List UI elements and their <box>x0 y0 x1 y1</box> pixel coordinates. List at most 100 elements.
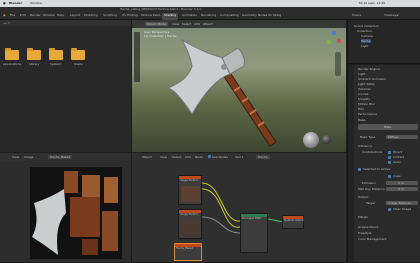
outliner-item[interactable]: Scene Collection <box>354 24 379 28</box>
prop-panel-header[interactable]: Bake <box>358 118 365 122</box>
influence-header[interactable]: Influence <box>358 144 372 148</box>
prop-panel-header[interactable]: Film <box>358 107 364 111</box>
viewport-toolbar[interactable] <box>134 32 140 82</box>
tab-layout[interactable]: Layout <box>68 13 82 20</box>
menu-window[interactable]: Window <box>43 13 55 17</box>
selected-to-active-checkbox[interactable] <box>358 168 361 171</box>
viewport-menu-add[interactable]: Add <box>194 22 200 26</box>
mac-menu-app[interactable]: Blender <box>9 1 22 5</box>
axis-z-icon[interactable] <box>332 31 336 35</box>
prop-panel-header[interactable]: Curves <box>358 92 368 96</box>
folder-icon[interactable] <box>5 48 19 60</box>
image-texture-node[interactable]: Image Texture <box>178 175 202 205</box>
outliner-item[interactable]: Hache <box>361 39 371 43</box>
extrusion-field[interactable]: 0 m <box>386 181 418 185</box>
image-selector[interactable]: Hache_Baked <box>48 155 73 159</box>
viewport-menu-object[interactable]: Object <box>203 22 213 26</box>
prop-panel-header[interactable]: Ambient Occlusion <box>358 77 386 81</box>
image-editor-panel[interactable]: View Image Hache_Baked <box>0 153 131 262</box>
selected-to-active-label[interactable]: Selected to Active <box>363 167 390 171</box>
color-checkbox[interactable] <box>388 161 391 164</box>
menu-file[interactable]: File <box>10 13 15 17</box>
material-output-node[interactable]: Material Output <box>282 215 304 229</box>
cage-checkbox[interactable] <box>388 175 391 178</box>
folder-icon[interactable] <box>27 48 41 60</box>
folder-icon[interactable] <box>71 48 85 60</box>
indirect-label: Indirect <box>393 155 405 159</box>
viewport-nav-buttons[interactable] <box>335 52 341 76</box>
image-menu-image[interactable]: Image <box>24 155 33 159</box>
clear-image-checkbox[interactable] <box>388 208 391 211</box>
image-texture-node[interactable]: Image Texture <box>178 209 202 239</box>
tab-animation[interactable]: Animation <box>180 13 199 20</box>
menu-edit[interactable]: Edit <box>20 13 26 17</box>
prop-panel-header[interactable]: Light Paths <box>358 82 375 86</box>
axis-x-icon[interactable] <box>337 39 341 43</box>
tab-sculpting[interactable]: Sculpting <box>101 13 119 20</box>
folder-label[interactable]: Users <box>74 62 82 66</box>
window-title: Hache_viking_0B000024 Texture.blend - Bl… <box>120 7 202 11</box>
principled-bsdf-node[interactable]: Principled BSDF <box>240 213 268 253</box>
3d-viewport[interactable]: Object Mode View Select Add Object User … <box>132 20 346 152</box>
bake-button[interactable]: Bake <box>358 124 418 130</box>
menu-help[interactable]: Help <box>57 13 64 17</box>
prop-panel-header[interactable]: Performance <box>358 112 377 116</box>
properties-panel: Render Engine Light Ambient Occlusion Li… <box>347 65 420 262</box>
prop-panel-header[interactable]: Simplify <box>358 97 370 101</box>
hdri-preview-sphere <box>322 135 331 144</box>
prop-panel-header[interactable]: Light <box>358 72 366 76</box>
view-layer-selector[interactable]: ViewLayer <box>384 13 399 17</box>
tab-uv-editing[interactable]: UV Editing <box>120 13 140 20</box>
apple-icon[interactable]: ● <box>3 1 6 5</box>
folder-label[interactable]: System <box>50 62 61 66</box>
outliner-item[interactable]: Collection <box>357 29 372 33</box>
prop-panel-header[interactable]: Render Engine <box>358 67 380 71</box>
blender-logo-icon[interactable]: ◉ <box>3 13 6 17</box>
direct-checkbox[interactable] <box>388 151 391 154</box>
tab-geometry-nodes[interactable]: Geometry Nodes <box>240 13 269 20</box>
prop-panel-header[interactable]: Color Management <box>358 237 387 241</box>
mac-menu-bar: ● Blender Window Mi 10 sept. 12:45 <box>0 0 420 7</box>
baked-texture[interactable] <box>30 167 122 259</box>
folder-label[interactable]: Applications <box>3 62 21 66</box>
max-ray-field[interactable]: 0 m <box>386 187 418 191</box>
tab-texture-paint[interactable]: Texture Paint <box>139 13 162 20</box>
folder-label[interactable]: Library <box>29 62 40 66</box>
node-title: Image Texture <box>180 179 198 182</box>
properties-tab-bar[interactable] <box>348 65 354 262</box>
node-title: Principled BSDF <box>242 217 262 220</box>
prop-panel-header[interactable]: Grease Pencil <box>358 225 378 229</box>
prop-panel-header[interactable]: Motion Blur <box>358 102 375 106</box>
viewport-menu-select[interactable]: Select <box>182 22 191 26</box>
indirect-checkbox[interactable] <box>388 156 391 159</box>
tab-compositing[interactable]: Compositing <box>218 13 241 20</box>
shader-node-editor[interactable]: Object View Select Add Node Use Nodes Sl… <box>132 153 346 262</box>
margin-header[interactable]: Margin <box>358 215 368 219</box>
outliner-item[interactable]: Light <box>361 44 369 48</box>
mac-menu-window[interactable]: Window <box>30 1 42 5</box>
bake-type-select[interactable]: Diffuse <box>386 135 418 139</box>
outliner-item[interactable]: Camera <box>361 34 373 38</box>
baked-image-node[interactable]: Hache_Baked <box>174 243 202 261</box>
nav-arrows-icon[interactable]: ◂ ▸ ⟳ <box>3 21 10 25</box>
prop-panel-header[interactable]: Volumes <box>358 87 371 91</box>
tab-shading[interactable]: Shading <box>162 13 179 20</box>
prop-panel-header[interactable]: Freestyle <box>358 231 372 235</box>
folder-icon[interactable] <box>49 48 63 60</box>
menu-render[interactable]: Render <box>30 13 41 17</box>
scene-selector[interactable]: Scene <box>352 13 361 17</box>
mac-clock: Mi 10 sept. 12:45 <box>359 1 386 5</box>
axe-model[interactable] <box>162 36 302 152</box>
node-image-preview <box>181 186 200 202</box>
viewport-menu-view[interactable]: View <box>172 22 179 26</box>
tab-scripting[interactable]: Scripting <box>266 13 283 20</box>
tab-rendering[interactable]: Rendering <box>199 13 218 20</box>
tab-modeling[interactable]: Modeling <box>82 13 100 20</box>
image-menu-view[interactable]: View <box>12 155 19 159</box>
navigation-gizmo[interactable] <box>325 30 343 48</box>
target-select[interactable]: Image Textures <box>386 201 418 205</box>
output-header[interactable]: Output <box>358 195 368 199</box>
mode-selector[interactable]: Object Mode <box>145 22 168 26</box>
axis-y-icon[interactable] <box>327 40 331 44</box>
bake-type-value: Diffuse <box>388 135 399 139</box>
